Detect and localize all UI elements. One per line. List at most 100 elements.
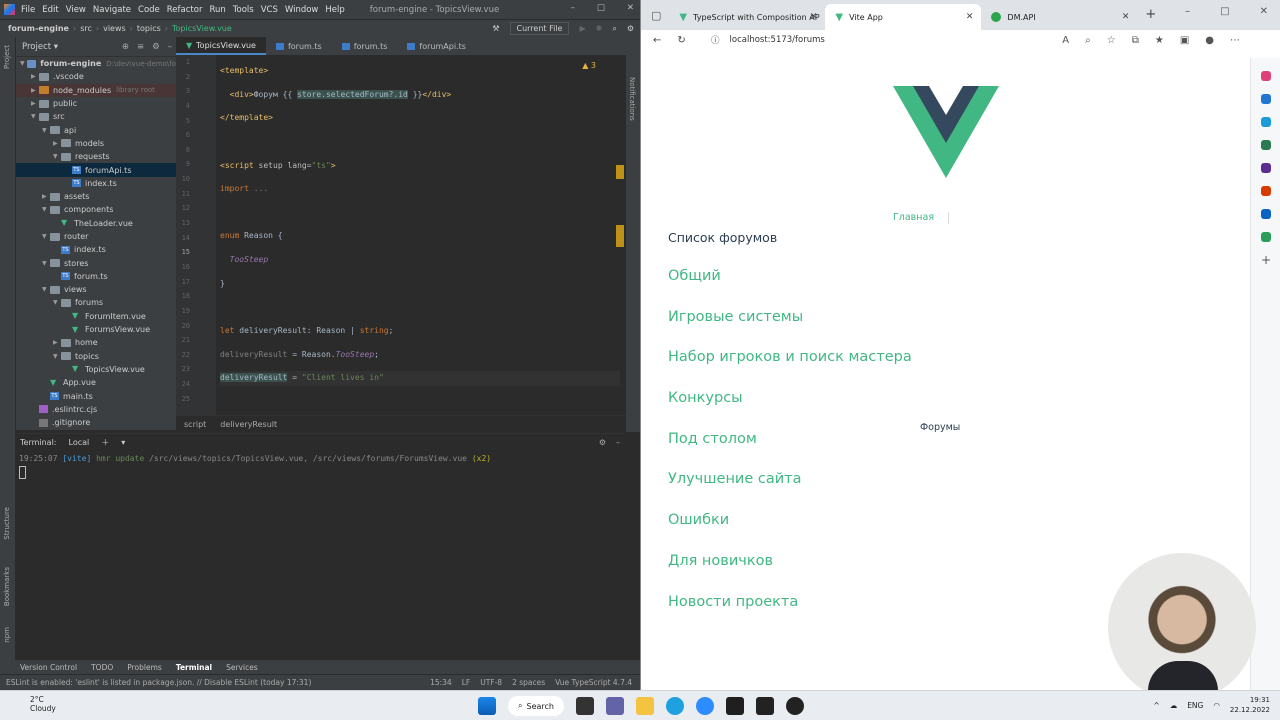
forum-link[interactable]: Набор игроков и поиск мастера	[668, 349, 912, 390]
tree-item[interactable]: ▼ stores	[16, 256, 176, 269]
tree-item[interactable]: ▼ router	[16, 230, 176, 243]
tree-arrow-icon[interactable]: ▶	[42, 193, 50, 200]
minimize-icon[interactable]: –	[1185, 6, 1190, 17]
new-tab-icon[interactable]: +	[1145, 7, 1156, 22]
tree-item[interactable]: ▶ public	[16, 97, 176, 110]
tree-item[interactable]: ▼ ForumsView.vue	[16, 323, 176, 336]
editor-tab[interactable]: ▼ TopicsView.vue	[176, 37, 266, 55]
browser-tab[interactable]: ▼ TypeScript with Composition AP ✕	[669, 4, 825, 30]
nav-crumb[interactable]: src	[80, 24, 92, 33]
tool-problems[interactable]: Problems	[127, 663, 162, 672]
clock[interactable]: 19:31 22.12.2022	[1230, 695, 1270, 715]
run-config-select[interactable]: Current File	[509, 22, 570, 35]
tree-item[interactable]: TS index.ts	[16, 243, 176, 256]
tree-arrow-icon[interactable]: ▼	[53, 153, 61, 160]
url-text[interactable]: localhost:5173/forums	[730, 35, 825, 45]
editor-tab[interactable]: forum.ts	[266, 37, 332, 55]
tree-arrow-icon[interactable]: ▼	[42, 127, 50, 134]
sidebar-app-icon[interactable]	[1261, 117, 1271, 127]
forum-link[interactable]: Для новичков	[668, 553, 912, 594]
hammer-icon[interactable]: ⚒	[492, 24, 499, 33]
tree-item[interactable]: ▶ home	[16, 336, 176, 349]
tree-arrow-icon[interactable]: ▶	[31, 100, 39, 107]
maximize-icon[interactable]: □	[1220, 6, 1229, 17]
tool-terminal[interactable]: Terminal	[176, 663, 212, 672]
obs-icon[interactable]	[785, 697, 804, 715]
menu-tools[interactable]: Tools	[233, 5, 254, 15]
collections-icon[interactable]: ▣	[1180, 35, 1189, 46]
tree-item[interactable]: ▼ TopicsView.vue	[16, 363, 176, 376]
webstorm-icon[interactable]	[725, 697, 744, 715]
menu-vcs[interactable]: VCS	[261, 5, 278, 15]
language-version[interactable]: Vue TypeScript 4.7.4	[555, 678, 632, 687]
tree-item[interactable]: TS main.ts	[16, 389, 176, 402]
nav-crumb[interactable]: topics	[137, 24, 161, 33]
app-icon[interactable]	[695, 697, 714, 715]
gear-icon[interactable]: ⚙	[627, 24, 634, 33]
menu-help[interactable]: Help	[325, 5, 344, 15]
forum-link[interactable]: Под столом	[668, 431, 912, 472]
forum-link[interactable]: Общий	[668, 268, 912, 309]
npm-tool-label[interactable]: npm	[3, 627, 11, 643]
tree-arrow-icon[interactable]: ▶	[53, 339, 61, 346]
extensions-icon[interactable]: ⧉	[1132, 35, 1139, 46]
wifi-icon[interactable]: ◠	[1213, 701, 1220, 710]
edge-icon[interactable]	[665, 697, 684, 715]
add-tab-icon[interactable]: ＋	[101, 437, 109, 448]
tree-arrow-icon[interactable]: ▶	[31, 73, 39, 80]
scroll-marker[interactable]	[616, 165, 624, 179]
warning-indicator[interactable]: ▲ 3	[582, 61, 596, 70]
tree-item[interactable]: TS forum.ts	[16, 270, 176, 283]
add-icon[interactable]: +	[1261, 254, 1271, 266]
debug-icon[interactable]: ✱	[596, 24, 603, 33]
tab-actions-icon[interactable]: ▢	[651, 9, 661, 22]
url-bar[interactable]: ⓘ localhost:5173/forums	[711, 32, 1111, 48]
sidebar-app-icon[interactable]	[1261, 94, 1271, 104]
minimize-icon[interactable]: –	[571, 3, 575, 13]
close-tab-icon[interactable]: ✕	[1122, 12, 1130, 22]
cloud-icon[interactable]: ☁	[1170, 701, 1178, 710]
tree-arrow-icon[interactable]: ▼	[42, 260, 50, 267]
tree-arrow-icon[interactable]: ▼	[42, 233, 50, 240]
status-message[interactable]: ESLint is enabled: 'eslint' is listed in…	[6, 678, 311, 687]
sidebar-app-icon[interactable]	[1261, 186, 1271, 196]
menu-file[interactable]: File	[21, 5, 35, 15]
tree-item[interactable]: ▼ forums	[16, 296, 176, 309]
language-indicator[interactable]: ENG	[1187, 701, 1203, 710]
line-ending[interactable]: LF	[462, 678, 471, 687]
tree-item[interactable]: ▼ App.vue	[16, 376, 176, 389]
zoom-icon[interactable]: ⌕	[1085, 35, 1091, 46]
taskbar-search[interactable]: ⌕ Search	[508, 696, 564, 716]
menu-view[interactable]: View	[66, 5, 86, 15]
task-view-icon[interactable]	[575, 697, 594, 715]
project-tool-label[interactable]: Project	[3, 45, 11, 69]
nav-link-home[interactable]: Главная	[893, 212, 934, 224]
nav-project[interactable]: forum-engine	[8, 24, 69, 33]
tree-item[interactable]: ▼ ForumItem.vue	[16, 310, 176, 323]
forum-link[interactable]: Ошибки	[668, 512, 912, 553]
tree-arrow-icon[interactable]: ▼	[42, 286, 50, 293]
sidebar-app-icon[interactable]	[1261, 209, 1271, 219]
terminal-cursor[interactable]	[19, 466, 26, 479]
forum-link[interactable]: Улучшение сайта	[668, 471, 912, 512]
info-icon[interactable]: ⓘ	[711, 34, 720, 46]
nav-crumb[interactable]: TopicsView.vue	[172, 24, 232, 33]
tree-arrow-icon[interactable]: ▼	[31, 113, 39, 120]
favorite-icon[interactable]: ☆	[1107, 35, 1116, 46]
tree-item[interactable]: ▼ requests	[16, 150, 176, 163]
read-aloud-icon[interactable]: A	[1062, 35, 1069, 46]
tree-item[interactable]: ▼ api	[16, 123, 176, 136]
search-icon[interactable]: ⌕	[612, 24, 616, 34]
terminal-tab-local[interactable]: Local	[69, 438, 90, 447]
collapse-icon[interactable]: ≡	[137, 42, 144, 52]
breadcrumb-item[interactable]: script	[184, 420, 206, 429]
tree-item[interactable]: ▶ assets	[16, 190, 176, 203]
tree-item[interactable]: ▼ forum-engine D:\dev\vue-demo\fo	[16, 57, 176, 70]
tree-arrow-icon[interactable]: ▶	[31, 87, 39, 94]
tree-item[interactable]: ▶ node_modules library root	[16, 83, 176, 97]
tree-arrow-icon[interactable]: ▼	[53, 353, 61, 360]
scroll-marker[interactable]	[616, 225, 624, 247]
sidebar-app-icon[interactable]	[1261, 140, 1271, 150]
menu-navigate[interactable]: Navigate	[93, 5, 131, 15]
menu-refactor[interactable]: Refactor	[167, 5, 203, 15]
